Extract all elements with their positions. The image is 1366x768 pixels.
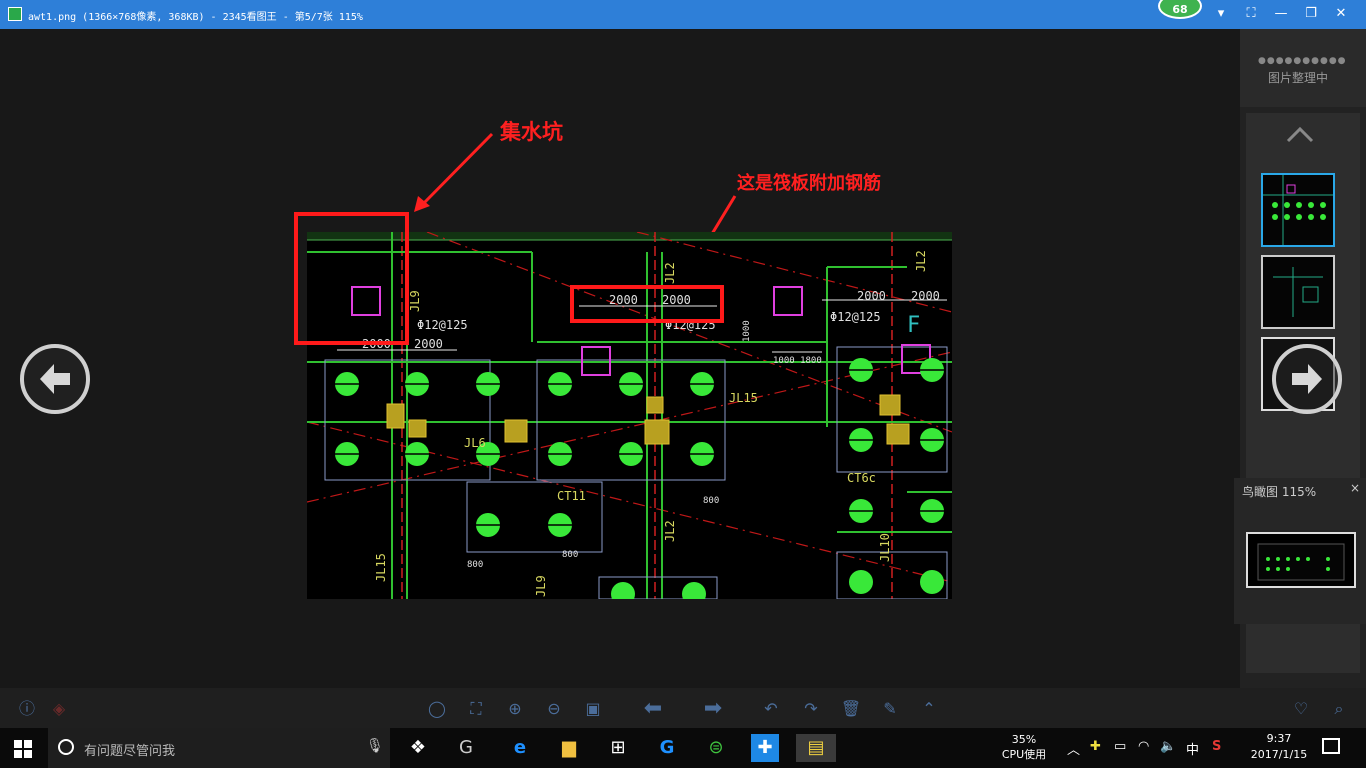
favorite-icon[interactable]: ♡ bbox=[1290, 698, 1312, 720]
more-icon[interactable]: ⌃ bbox=[918, 698, 940, 720]
edge-icon[interactable]: e bbox=[506, 734, 534, 762]
cortana-icon bbox=[58, 739, 74, 755]
dim-label: 1000 bbox=[742, 320, 752, 342]
windows-start-icon[interactable] bbox=[14, 740, 32, 758]
edit-image-icon[interactable]: ✎ bbox=[879, 698, 901, 720]
action-center-icon[interactable] bbox=[1322, 738, 1340, 754]
birdview-panel: 鸟瞰图 115% × bbox=[1234, 478, 1366, 624]
mouse-mode-icon[interactable]: ◯ bbox=[426, 698, 448, 720]
beam-label: JL2 bbox=[914, 250, 928, 272]
beam-label: CT11 bbox=[557, 489, 586, 503]
thumbnail-item[interactable] bbox=[1261, 255, 1335, 329]
dim-label: 1000 1800 bbox=[773, 356, 822, 366]
next-arrow-icon[interactable]: ➡ bbox=[696, 698, 730, 720]
clock-date: 2017/1/15 bbox=[1250, 748, 1308, 761]
rebar-label: Φ12@125 bbox=[830, 310, 881, 324]
birdview-label: 鸟瞰图 115% bbox=[1242, 485, 1317, 499]
zoom-out-icon[interactable]: ⊖ bbox=[543, 698, 565, 720]
organize-label: 图片整理中 bbox=[1268, 71, 1329, 85]
rotate-right-icon[interactable]: ↷ bbox=[800, 698, 822, 720]
microphone-icon[interactable]: 🎙 bbox=[366, 738, 384, 754]
network-icon[interactable]: ◠ bbox=[1138, 739, 1149, 754]
scroll-up-icon[interactable] bbox=[1286, 125, 1314, 143]
thumbnail-image bbox=[1263, 175, 1333, 245]
dim-label: 800 bbox=[703, 496, 719, 506]
security-tray-icon[interactable]: ✚ bbox=[1090, 739, 1101, 754]
birdview-image bbox=[1257, 543, 1345, 581]
beam-label: JL10 bbox=[878, 533, 892, 562]
store-icon[interactable]: ⊞ bbox=[604, 734, 632, 762]
progress-dots: ●●●●●●●●●● bbox=[1258, 56, 1347, 66]
fit-window-icon[interactable]: ⛶ bbox=[465, 698, 487, 720]
browser-360-icon[interactable]: ⊜ bbox=[702, 734, 730, 762]
clock[interactable]: 9:37 2017/1/15 bbox=[1244, 731, 1314, 763]
image-viewer-app-icon[interactable]: ▤ bbox=[796, 734, 836, 762]
rotate-left-icon[interactable]: ↶ bbox=[760, 698, 782, 720]
birdview-thumbnail[interactable] bbox=[1246, 532, 1356, 588]
tray-expand-icon[interactable]: ︿ bbox=[1067, 739, 1080, 758]
dim-label: 2000 bbox=[911, 289, 940, 303]
sump-highlight-box bbox=[294, 212, 409, 345]
beam-label: JL6 bbox=[464, 436, 486, 450]
rebar-label: Φ12@125 bbox=[417, 318, 468, 332]
rebar-highlight-box bbox=[570, 285, 724, 323]
delete-icon[interactable]: 🗑 bbox=[840, 698, 862, 720]
cpu-monitor: 35% CPU使用 bbox=[996, 732, 1052, 762]
task-view-icon[interactable]: ❖ bbox=[404, 734, 432, 762]
beam-label: JL2 bbox=[663, 262, 677, 284]
arrow-right-icon bbox=[1292, 364, 1322, 394]
beam-label: JL2 bbox=[663, 520, 677, 542]
volume-icon[interactable]: 🔈 bbox=[1160, 739, 1176, 754]
cpu-percent: 35% bbox=[1011, 733, 1037, 746]
clock-time: 9:37 bbox=[1266, 732, 1292, 745]
input-method-indicator[interactable]: 中 bbox=[1186, 739, 1199, 758]
glodon-app-icon[interactable]: G bbox=[653, 734, 681, 762]
next-image-button[interactable] bbox=[1272, 344, 1342, 414]
beam-label: JL9 bbox=[408, 290, 422, 312]
beam-label: JL9 bbox=[534, 575, 548, 597]
dim-label: 2000 bbox=[414, 337, 443, 351]
dim-label: 800 bbox=[467, 560, 483, 570]
battery-icon[interactable]: ▭ bbox=[1114, 739, 1126, 754]
open-folder-icon[interactable]: ⌕ bbox=[1328, 698, 1350, 720]
file-explorer-icon[interactable]: ▆ bbox=[555, 734, 583, 762]
beam-label: JL15 bbox=[374, 553, 388, 582]
dim-label: 800 bbox=[562, 550, 578, 560]
cpu-label: CPU使用 bbox=[1001, 748, 1047, 761]
dim-label: 2000 bbox=[857, 289, 886, 303]
cortana-search-box[interactable]: 有问题尽管问我 🎙 bbox=[48, 728, 390, 768]
taskbar: 有问题尽管问我 🎙 ❖ G e ▆ ⊞ G ⊜ ✚ ▤ 35% CPU使用 ︿ … bbox=[0, 728, 1366, 768]
browser-app-icon[interactable]: G bbox=[452, 734, 480, 762]
qq-app-icon[interactable]: ✚ bbox=[751, 734, 779, 762]
beam-label: JL15 bbox=[729, 391, 758, 405]
beam-label: F bbox=[907, 313, 920, 338]
sump-arrow bbox=[420, 132, 494, 207]
previous-arrow-icon[interactable]: ⬅ bbox=[636, 698, 670, 720]
beam-label: CT6c bbox=[847, 471, 876, 485]
slideshow-icon[interactable]: ▣ bbox=[582, 698, 604, 720]
thumbnail-image bbox=[1273, 267, 1323, 317]
sogou-ime-icon[interactable]: S bbox=[1212, 739, 1221, 754]
organize-status: ●●●●●●●●●● 图片整理中 bbox=[1240, 29, 1366, 107]
thumbnail-item[interactable] bbox=[1261, 173, 1335, 247]
viewer-toolbar: ⓘ ◈ ◯ ⛶ ⊕ ⊖ ▣ ⬅ ➡ ↶ ↷ 🗑 ✎ ⌃ ♡ ⌕ bbox=[0, 688, 1366, 728]
search-placeholder: 有问题尽管问我 bbox=[84, 744, 176, 759]
edit-icon[interactable]: ◈ bbox=[48, 698, 70, 720]
info-icon[interactable]: ⓘ bbox=[16, 698, 38, 720]
birdview-close-button[interactable]: × bbox=[1350, 481, 1360, 495]
zoom-in-icon[interactable]: ⊕ bbox=[504, 698, 526, 720]
